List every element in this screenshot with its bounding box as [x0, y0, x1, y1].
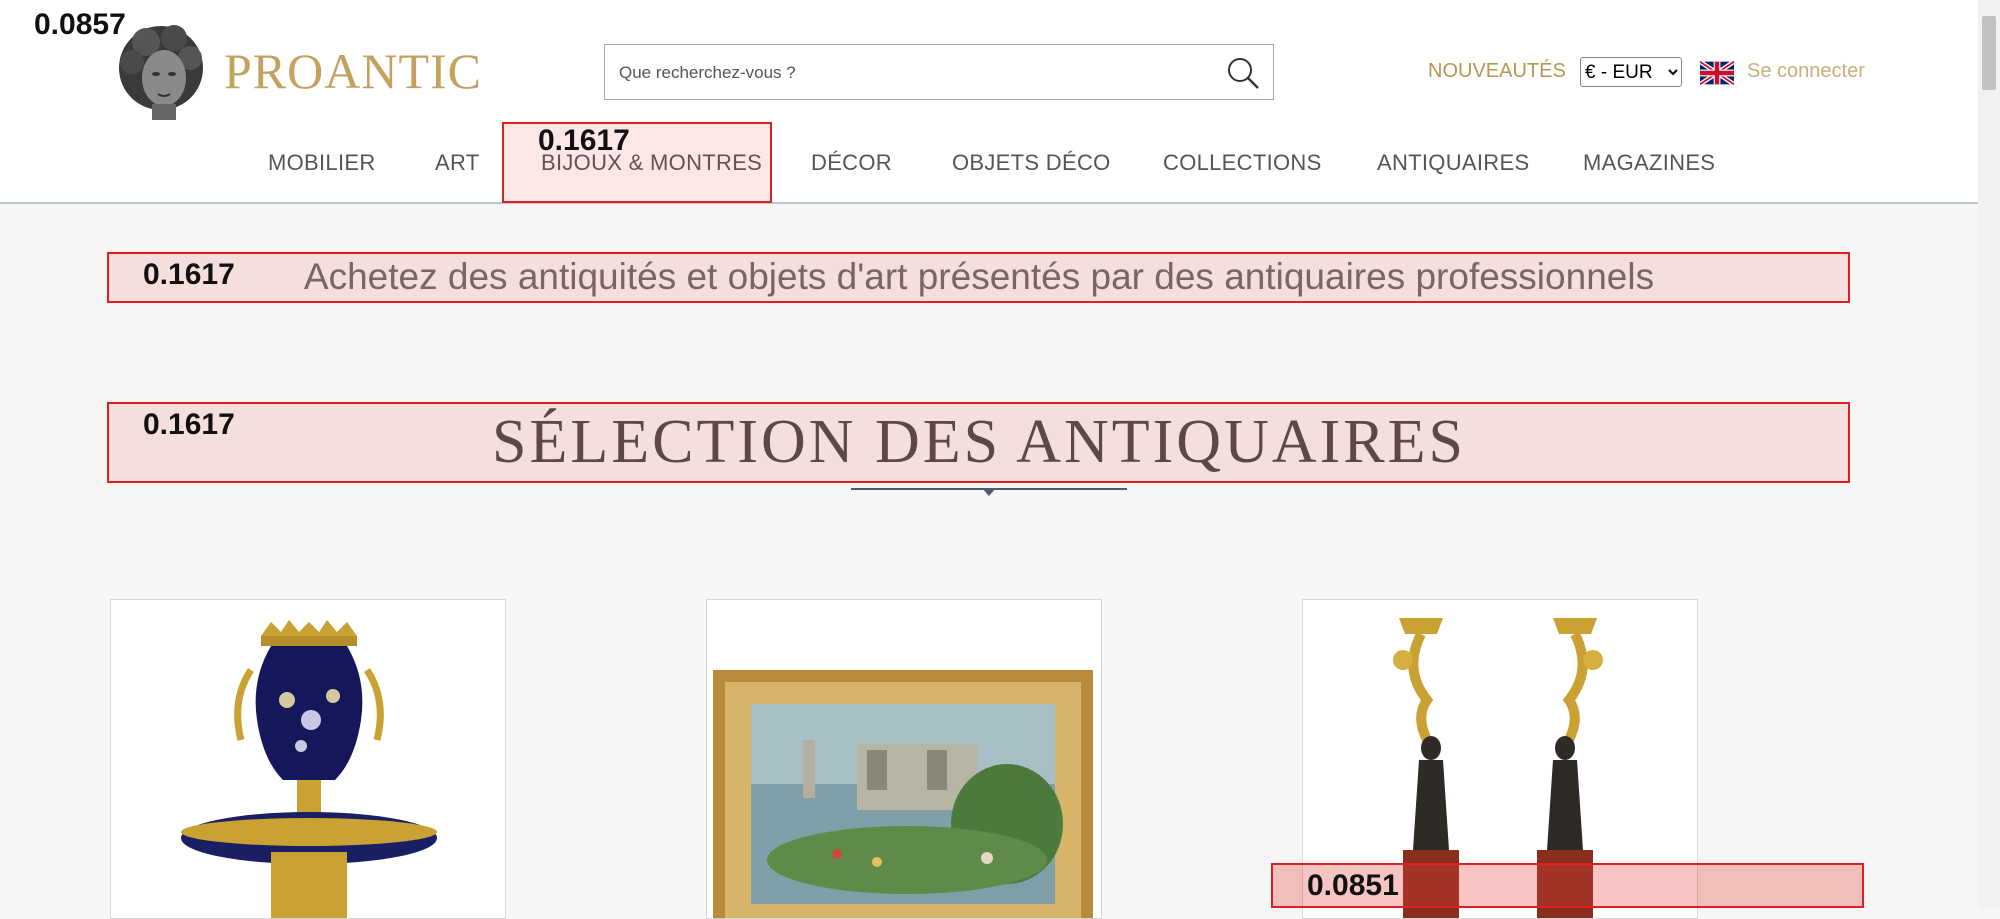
login-link[interactable]: Se connecter [1747, 60, 1865, 83]
site-logo[interactable]: PROANTIC [224, 42, 482, 100]
search-input[interactable] [617, 45, 1201, 101]
site-header: PROANTIC NOUVEAUTÉS € - EUR Se connecter… [0, 0, 1978, 204]
divider-arrow [982, 488, 996, 496]
scrollbar-thumb[interactable] [1982, 16, 1996, 90]
nav-item-magazines[interactable]: MAGAZINES [1583, 150, 1715, 176]
highlight-box-card: 0.0851 [1271, 863, 1864, 908]
nav-item-collections[interactable]: COLLECTIONS [1163, 150, 1322, 176]
currency-select[interactable]: € - EUR [1580, 57, 1682, 87]
highlight-box-title: 0.1617 [107, 402, 1850, 483]
nouveautes-link[interactable]: NOUVEAUTÉS [1428, 60, 1566, 83]
product-card-painting[interactable] [706, 599, 1102, 919]
vase-image [111, 600, 505, 918]
page-scrollbar[interactable] [1978, 0, 2000, 908]
nav-item-art[interactable]: ART [435, 150, 480, 176]
search-bar [604, 44, 1274, 101]
highlight-box-tagline: 0.1617 [107, 252, 1850, 303]
nav-item-antiquaires[interactable]: ANTIQUAIRES [1377, 150, 1529, 176]
painting-image [707, 600, 1101, 918]
score-label-title: 0.1617 [143, 408, 235, 441]
score-label-nav: 0.1617 [538, 124, 630, 157]
score-label-tagline: 0.1617 [143, 258, 235, 291]
nav-item-mobilier[interactable]: MOBILIER [268, 150, 376, 176]
search-icon[interactable] [1223, 54, 1263, 92]
score-label-card: 0.0851 [1307, 869, 1399, 902]
main-nav: MOBILIER ART BIJOUX & MONTRES DÉCOR OBJE… [0, 140, 1978, 190]
product-card-vase[interactable] [110, 599, 506, 919]
uk-flag-icon[interactable] [1700, 61, 1734, 85]
nav-item-decor[interactable]: DÉCOR [811, 150, 892, 176]
nav-item-objets-deco[interactable]: OBJETS DÉCO [952, 150, 1111, 176]
highlight-box-nav: 0.1617 [502, 122, 772, 203]
score-label-top-left: 0.0857 [34, 8, 126, 41]
logo-bust-icon[interactable] [112, 18, 210, 122]
